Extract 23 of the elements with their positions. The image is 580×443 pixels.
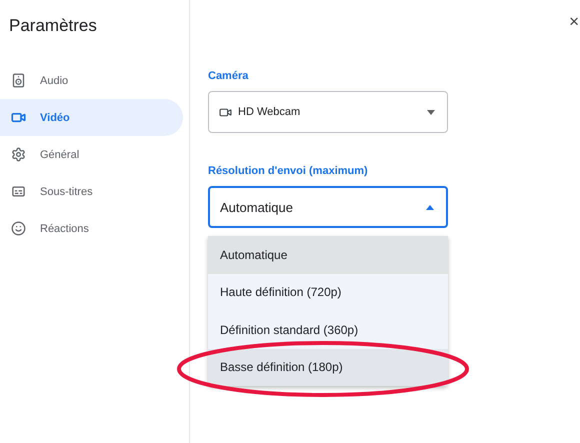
sidebar-item[interactable]: Audio — [0, 62, 183, 99]
video-camera-icon — [11, 110, 26, 125]
dropdown-option[interactable]: Haute définition (720p) — [208, 274, 448, 311]
sidebar-item[interactable]: Sous-titres — [0, 173, 183, 210]
sidebar-item[interactable]: Général — [0, 136, 183, 173]
video-camera-icon — [219, 106, 232, 118]
dropdown-option[interactable]: Automatique — [208, 236, 448, 274]
sidebar-item[interactable]: Vidéo — [0, 99, 183, 136]
settings-title: Paramètres — [8, 16, 98, 36]
camera-label: Caméra — [208, 70, 250, 82]
captions-icon — [11, 184, 26, 199]
dropdown-option[interactable]: Définition standard (360p) — [208, 311, 448, 348]
smiley-icon — [11, 221, 26, 236]
close-icon[interactable]: × — [569, 12, 579, 32]
caret-icon — [426, 204, 434, 210]
sidebar-item[interactable]: Réactions — [0, 210, 183, 247]
resolution-label: Résolution d'envoi (maximum) — [208, 165, 369, 177]
gear-icon — [11, 147, 26, 162]
speaker-icon — [11, 73, 26, 88]
caret-icon — [427, 110, 435, 114]
camera-select[interactable]: HD Webcam — [208, 91, 448, 133]
dropdown-option[interactable]: Basse définition (180p) — [208, 348, 448, 386]
resolution-select[interactable]: Automatique — [208, 186, 448, 228]
